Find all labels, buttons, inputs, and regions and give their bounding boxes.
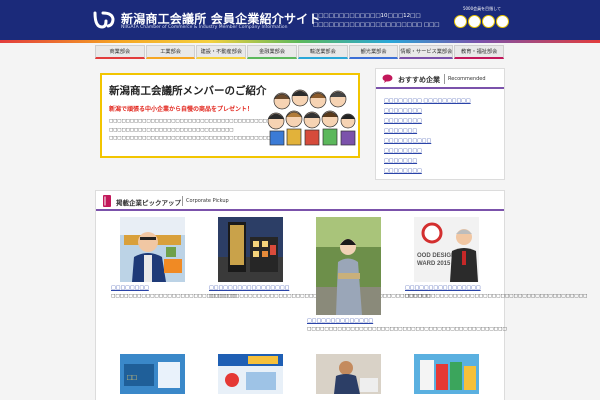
nav-item-info-service[interactable]: 情報・サービス業部会 <box>399 45 454 59</box>
company-name[interactable]: □□□□□□□□□□□□□□□□ <box>405 285 481 291</box>
company-desc: □□□□□□□□□□□□□□□□□□□□□□□□□□□□□ <box>111 294 237 299</box>
people-group-illustration <box>268 89 356 146</box>
company-photo[interactable]: □□ <box>120 354 185 394</box>
member-goal-badge[interactable]: 5000会員を目指して <box>452 6 512 36</box>
rainbow-stripe <box>0 40 600 43</box>
svg-text:WARD 2015: WARD 2015 <box>417 261 451 267</box>
company-photo[interactable] <box>316 354 381 394</box>
company-photo[interactable] <box>218 354 283 394</box>
recommended-link[interactable]: □□□□□□□□ <box>384 106 471 116</box>
corporate-pickup-section: 掲載企業ピックアップ Corporate Pickup □□□□□□□□ □□□… <box>95 190 588 400</box>
banner-title: 新潟商工会議所メンバーのご紹介 <box>109 85 267 97</box>
company-desc: □□□□□□□□□□□□□□□□□□□□□□□□□□□□□□□□□□□□□□□□… <box>209 293 430 300</box>
banner-text: □□□□□□□□□□□□□□□□□□□□□□□□□□□□□□□□□□□□□□□□… <box>109 119 280 141</box>
pickup-header: 掲載企業ピックアップ Corporate Pickup <box>96 191 504 211</box>
header-info-line-2: □□□□□□□□□□□□□□□□□□□□□ □□□ <box>313 22 440 28</box>
badge-caption: 5000会員を目指して <box>462 6 502 11</box>
pickup-title-en: Corporate Pickup <box>186 198 229 204</box>
chamber-logo-icon[interactable] <box>92 9 116 31</box>
header-separator <box>444 74 445 84</box>
svg-text:□□: □□ <box>127 373 137 382</box>
recommended-sidebar: おすすめ企業 Recommended □□□□□□□□ □□□□□□□□□□ □… <box>375 68 505 180</box>
speech-bubble-icon <box>382 74 393 83</box>
company-name[interactable]: □□□□□□□□□□□□□□ <box>307 318 373 324</box>
company-photo[interactable] <box>120 217 185 282</box>
company-photo[interactable]: OOD DESIGN WARD 2015 <box>414 217 479 282</box>
nav-item-construction[interactable]: 建設・不動産部会 <box>196 45 247 59</box>
recommended-list: □□□□□□□□ □□□□□□□□□□ □□□□□□□□ □□□□□□□□ □□… <box>384 96 471 176</box>
nav-item-finance[interactable]: 金融業部会 <box>247 45 297 59</box>
nav-item-commerce[interactable]: 商業部会 <box>95 45 145 59</box>
recommended-header: おすすめ企業 Recommended <box>376 69 504 89</box>
company-name[interactable]: □□□□□□□□□□□□□□□□□ <box>209 285 289 291</box>
recommended-title: おすすめ企業 <box>398 76 440 84</box>
site-header: 新潟商工会議所 会員企業紹介サイト NIIGATA Chamber of Com… <box>0 0 600 40</box>
book-icon <box>103 195 111 207</box>
nav-item-transport[interactable]: 輸送業部会 <box>297 45 348 59</box>
nav-item-industry[interactable]: 工業部会 <box>145 45 196 59</box>
recommended-link[interactable]: □□□□□□□□ <box>384 146 471 156</box>
member-intro-banner[interactable]: 新潟商工会議所メンバーのご紹介 新潟で頑張る中小企業から自慢の商品をプレゼント！… <box>100 73 360 158</box>
recommended-link[interactable]: □□□□□□□ <box>384 156 471 166</box>
pickup-title: 掲載企業ピックアップ <box>116 199 181 207</box>
company-photo[interactable] <box>316 217 381 315</box>
recommended-link[interactable]: □□□□□□□□ □□□□□□□□□□ <box>384 96 471 106</box>
company-name[interactable]: □□□□□□□□ <box>111 285 149 291</box>
recommended-link[interactable]: □□□□□□□□ <box>384 166 471 176</box>
category-nav: 商業部会 工業部会 建設・不動産部会 金融業部会 輸送業部会 観光業部会 情報・… <box>95 45 505 62</box>
banner-subtitle: 新潟で頑張る中小企業から自慢の商品をプレゼント！ <box>109 106 254 113</box>
nav-item-tourism[interactable]: 観光業部会 <box>348 45 399 59</box>
header-info-line-1: □□□□□□□□□□□□□10□□□12□□ <box>313 13 421 19</box>
header-separator <box>182 196 183 206</box>
recommended-link[interactable]: □□□□□□□ <box>384 126 471 136</box>
company-desc: □□□□□□□□□□□□□□□□□□□□□□□□□□□□□□□□□□□□□□□□… <box>307 327 507 332</box>
recommended-title-en: Recommended <box>448 76 486 82</box>
badge-circles-icon <box>454 15 509 28</box>
company-photo[interactable] <box>414 354 479 394</box>
site-subtitle: NIIGATA Chamber of Commerce & Industry M… <box>121 25 288 30</box>
nav-item-education[interactable]: 教育・福祉部会 <box>454 45 505 59</box>
company-photo[interactable] <box>218 217 283 282</box>
svg-text:OOD DESIGN: OOD DESIGN <box>417 253 455 259</box>
recommended-link[interactable]: □□□□□□□□ <box>384 116 471 126</box>
company-desc: □□□□□□□□□□□□□□□□□□□□□□□□□□□□□□□□□□□□□□□□… <box>405 294 588 299</box>
recommended-link[interactable]: □□□□□□□□□□ <box>384 136 471 146</box>
